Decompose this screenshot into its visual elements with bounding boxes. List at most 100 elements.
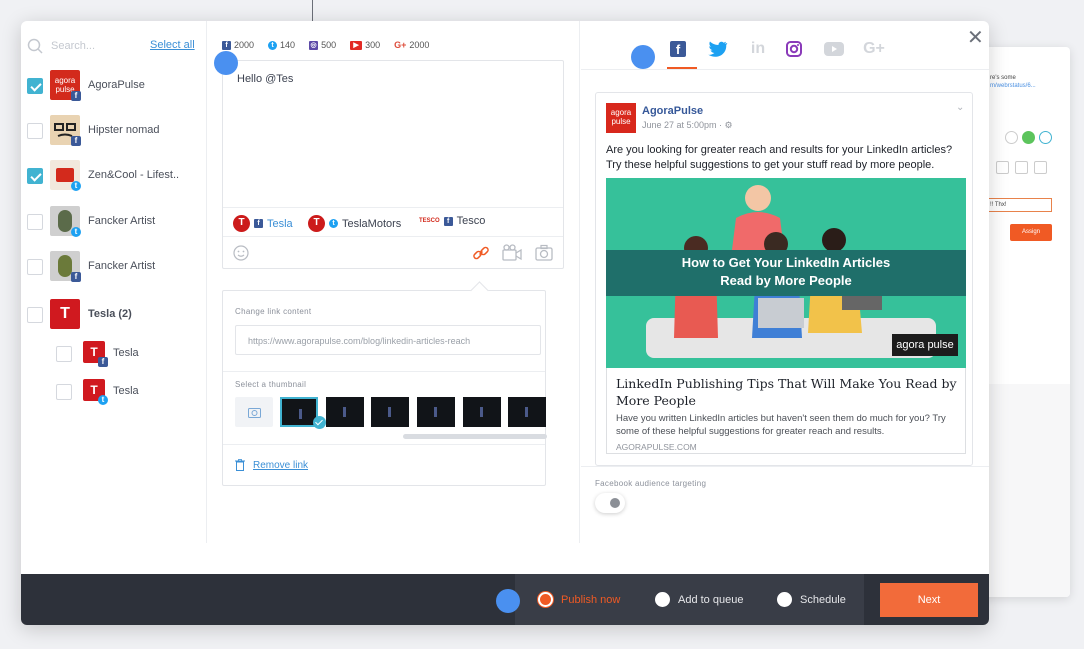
radio-icon: [777, 592, 792, 607]
profile-item[interactable]: f Hipster nomad: [21, 114, 207, 148]
link-card: LinkedIn Publishing Tips That Will Make …: [606, 368, 966, 454]
background-snippet: re's some: [990, 75, 1016, 81]
message-text[interactable]: Hello @Tes: [237, 73, 293, 85]
chevron-down-icon: ⌄: [956, 102, 965, 113]
page-logo: agora pulse: [606, 103, 636, 133]
publish-modal: Search... Select all agora pulse f AgoraP…: [21, 21, 989, 625]
video-icon[interactable]: [502, 244, 522, 262]
background-action-icon: [1005, 131, 1018, 144]
post-author: AgoraPulse: [642, 105, 704, 117]
twitter-icon: [708, 41, 728, 57]
search-icon: [27, 38, 43, 54]
thumbnail-option[interactable]: [371, 397, 409, 427]
tesco-logo: TESCO: [419, 218, 440, 224]
remove-link-button[interactable]: Remove link: [235, 459, 308, 471]
background-snippet-link: m/webrstatus/6...: [990, 83, 1036, 89]
emoji-icon[interactable]: [233, 245, 249, 261]
message-editor[interactable]: Hello @Tes f Tesla t TeslaMotors TESCO f…: [222, 60, 564, 269]
facebook-post-preview: agora pulse AgoraPulse June 27 at 5:00pm…: [595, 92, 973, 466]
select-all-link[interactable]: Select all: [150, 39, 195, 51]
facebook-icon: f: [71, 136, 81, 146]
trash-icon: [235, 459, 245, 471]
twitter-icon: t: [71, 181, 81, 191]
camera-icon[interactable]: [535, 244, 553, 262]
tab-youtube[interactable]: [823, 38, 845, 60]
post-time: June 27 at 5:00pm · ⚙: [642, 120, 733, 130]
profile-item[interactable]: t Zen&Cool - Lifest..: [21, 159, 207, 193]
link-url-input[interactable]: https://www.agorapulse.com/blog/linkedin…: [235, 325, 541, 355]
upload-thumbnail-button[interactable]: [235, 397, 273, 427]
add-to-queue-option[interactable]: Add to queue: [655, 592, 743, 607]
twitter-count: t 140: [268, 40, 295, 50]
profile-item[interactable]: T f Tesla: [21, 337, 207, 371]
link-description: Have you written LinkedIn articles but h…: [616, 413, 946, 437]
profile-checkbox[interactable]: [27, 214, 43, 230]
tesla-logo: [233, 215, 250, 232]
camera-icon: [248, 408, 261, 418]
tab-facebook[interactable]: f: [667, 38, 689, 60]
twitter-icon: t: [71, 227, 81, 237]
character-counts: f 2000 t 140 ◎ 500 ▶ 300 G+ 2000: [222, 40, 429, 50]
google-plus-count: G+ 2000: [394, 40, 430, 50]
tour-hotspot[interactable]: [631, 45, 655, 69]
profile-checkbox[interactable]: [27, 307, 43, 323]
profile-item[interactable]: T t Tesla: [21, 375, 207, 409]
change-link-label: Change link content: [235, 307, 312, 316]
profile-group[interactable]: T Tesla (2): [21, 297, 207, 331]
search-input[interactable]: Search...: [51, 40, 95, 52]
tour-hotspot[interactable]: [496, 589, 520, 613]
background-reply-input: !! Thx!: [985, 198, 1052, 212]
tab-google-plus[interactable]: G+: [863, 38, 885, 60]
profile-item[interactable]: f Fancker Artist: [21, 250, 207, 284]
profile-item[interactable]: t Fancker Artist: [21, 205, 207, 239]
divider: [223, 371, 545, 372]
preview-column: f in G+ agora pulse AgoraPulse June 27 a…: [581, 21, 989, 543]
radio-icon: [538, 592, 553, 607]
profile-checkbox[interactable]: [27, 168, 43, 184]
tab-instagram[interactable]: [783, 38, 805, 60]
audience-targeting-label: Facebook audience targeting: [595, 479, 707, 488]
facebook-icon: f: [222, 40, 231, 50]
facebook-count: f 2000: [222, 40, 254, 50]
profile-checkbox[interactable]: [27, 78, 43, 94]
tab-linkedin[interactable]: in: [747, 38, 769, 60]
schedule-option[interactable]: Schedule: [777, 592, 846, 607]
twitter-icon: t: [268, 40, 278, 50]
tab-twitter[interactable]: [707, 38, 729, 60]
next-button[interactable]: Next: [880, 583, 978, 617]
linkedin-icon: in: [750, 40, 766, 57]
tour-hotspot[interactable]: [214, 51, 238, 75]
profile-checkbox[interactable]: [56, 384, 72, 400]
profile-checkbox[interactable]: [27, 123, 43, 139]
thumbnail-option[interactable]: [508, 397, 546, 427]
profile-checkbox[interactable]: [27, 259, 43, 275]
link-preview-panel: Change link content https://www.agorapul…: [222, 290, 547, 486]
post-text: Are you looking for greater reach and re…: [606, 144, 953, 171]
profile-name: Zen&Cool - Lifest..: [88, 169, 180, 181]
thumbnail-option[interactable]: [326, 397, 364, 427]
mention-option[interactable]: t TeslaMotors: [308, 215, 401, 232]
mention-option[interactable]: TESCO f Tesco: [419, 215, 485, 227]
profile-name: Tesla: [113, 385, 139, 397]
facebook-icon: f: [670, 41, 686, 57]
tesla-logo: T: [50, 299, 80, 329]
close-icon[interactable]: ✕: [967, 28, 984, 48]
profile-name: AgoraPulse: [88, 79, 145, 91]
thumbnail-scrollbar[interactable]: [403, 434, 547, 439]
facebook-icon: f: [71, 272, 81, 282]
audience-targeting-toggle[interactable]: [595, 493, 625, 513]
link-icon[interactable]: [472, 244, 490, 262]
divider: [581, 69, 989, 70]
profile-name: Hipster nomad: [88, 124, 160, 136]
thumbnail-option[interactable]: [463, 397, 501, 427]
profile-name: Fancker Artist: [88, 260, 156, 272]
facebook-icon: f: [254, 219, 263, 228]
publish-now-option[interactable]: Publish now: [538, 592, 620, 607]
facebook-icon: f: [443, 216, 453, 226]
thumbnail-option[interactable]: [417, 397, 455, 427]
profile-checkbox[interactable]: [56, 346, 72, 362]
profile-name: Fancker Artist: [88, 215, 156, 227]
mention-option[interactable]: f Tesla: [233, 215, 293, 232]
profile-item[interactable]: agora pulse f AgoraPulse: [21, 69, 207, 103]
composer-toolbar: [223, 238, 563, 268]
